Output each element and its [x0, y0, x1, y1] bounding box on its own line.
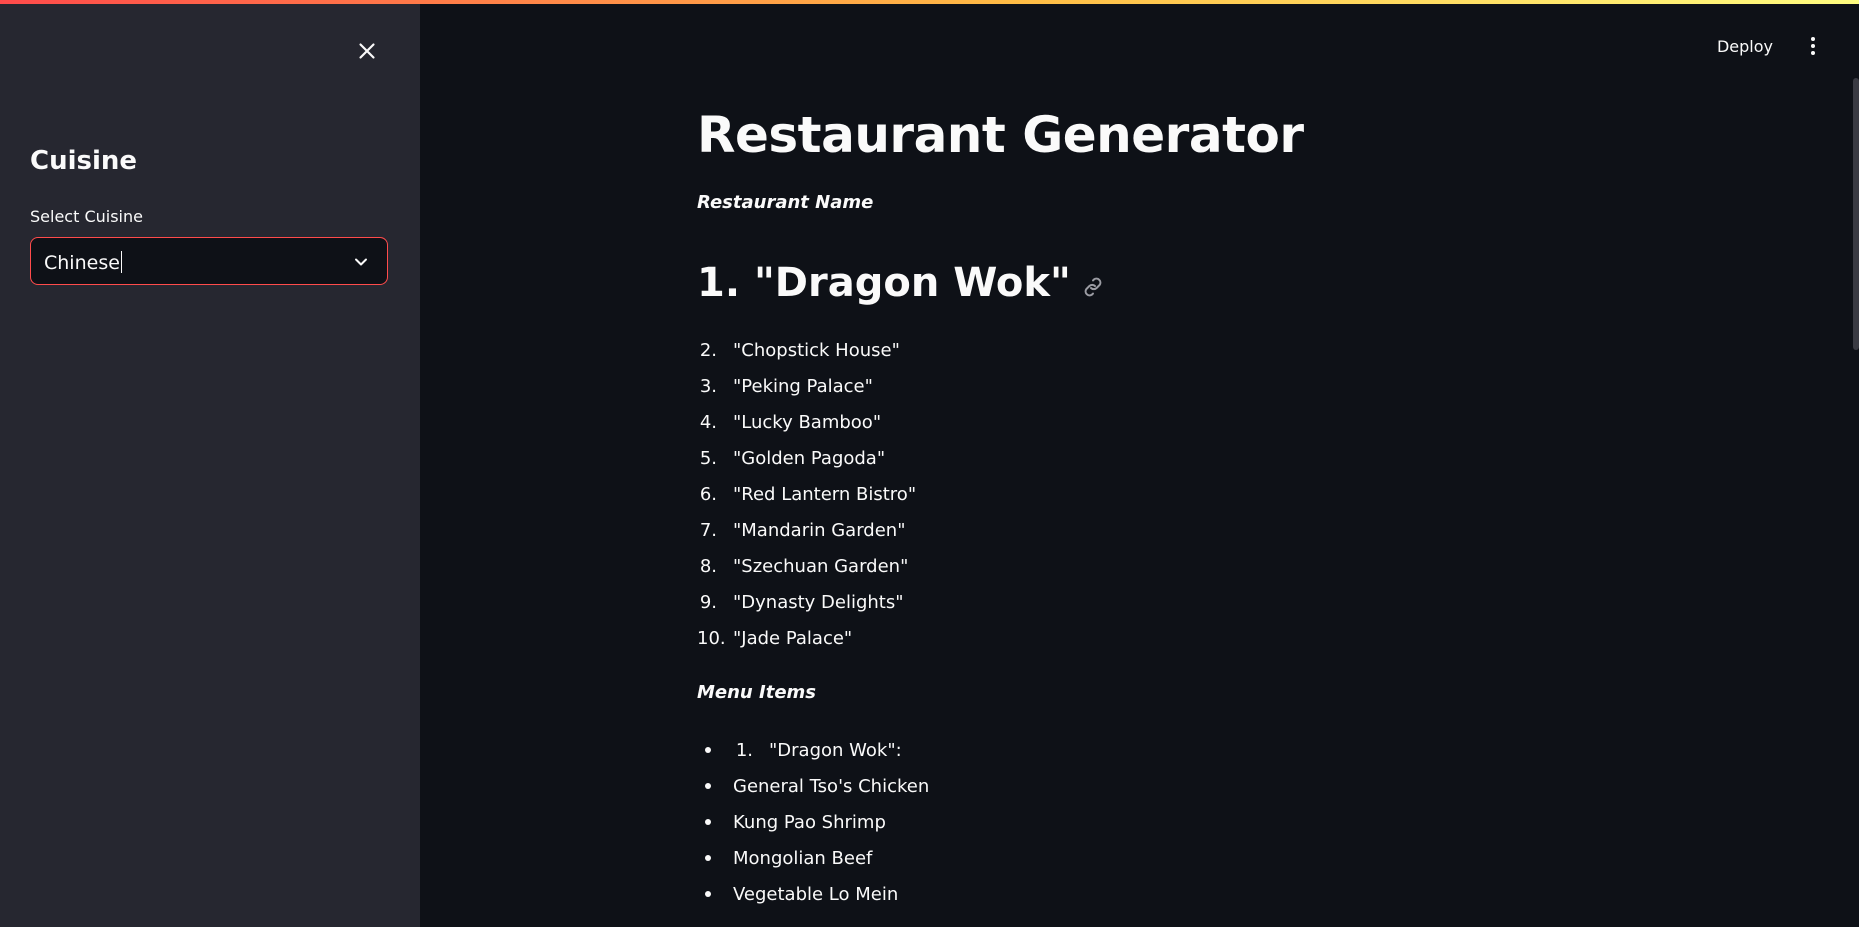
- list-item: 5. "Golden Pagoda": [697, 440, 916, 476]
- chevron-down-icon: [351, 252, 371, 272]
- list-item: General Tso's Chicken: [697, 768, 929, 804]
- list-item-number: 1.: [735, 739, 753, 761]
- list-item-number: 5.: [699, 447, 717, 469]
- list-item: Vegetable Lo Mein: [697, 876, 929, 912]
- sidebar-heading: Cuisine: [30, 146, 138, 176]
- list-item: 4. "Lucky Bamboo": [697, 404, 916, 440]
- list-item: Kung Pao Shrimp: [697, 804, 929, 840]
- list-item-text: "Peking Palace": [733, 375, 873, 397]
- select-cuisine-label: Select Cuisine: [30, 207, 143, 226]
- first-restaurant-text: 1. "Dragon Wok": [697, 260, 1071, 306]
- cuisine-select-text: Chinese: [44, 252, 120, 274]
- list-item-text: "Dynasty Delights": [733, 591, 904, 613]
- deploy-button[interactable]: Deploy: [1717, 37, 1773, 56]
- list-item-text: Vegetable Lo Mein: [733, 883, 899, 905]
- list-item-text: "Mandarin Garden": [733, 519, 906, 541]
- scrollbar[interactable]: [1853, 78, 1859, 350]
- list-item-text: General Tso's Chicken: [733, 775, 930, 797]
- main-menu-button[interactable]: [1803, 34, 1823, 58]
- list-item-number: 6.: [699, 483, 717, 505]
- list-item-number: 4.: [699, 411, 717, 433]
- list-item-text: "Szechuan Garden": [733, 555, 909, 577]
- more-vertical-icon-dot: [1811, 44, 1815, 48]
- close-sidebar-button[interactable]: [354, 38, 380, 64]
- text-cursor: [120, 251, 122, 273]
- link-icon[interactable]: [1081, 275, 1105, 299]
- list-item: 1. "Dragon Wok":: [697, 732, 929, 768]
- list-item-text: "Lucky Bamboo": [733, 411, 882, 433]
- list-item-number: 10.: [697, 627, 726, 649]
- bullet-icon: [705, 783, 711, 789]
- list-item-text: "Dragon Wok":: [769, 739, 902, 761]
- top-decoration-bar: [0, 0, 1859, 4]
- cuisine-select[interactable]: Chinese: [30, 237, 388, 285]
- restaurant-name-list: 2. "Chopstick House" 3. "Peking Palace" 4.…: [697, 332, 916, 656]
- cuisine-select-value: Chinese: [44, 251, 122, 274]
- list-item-number: 8.: [699, 555, 717, 577]
- list-item: 2. "Chopstick House": [697, 332, 916, 368]
- more-vertical-icon: [1811, 37, 1815, 41]
- list-item: Mongolian Beef: [697, 840, 929, 876]
- list-item: 9. "Dynasty Delights": [697, 584, 916, 620]
- more-vertical-icon-dot: [1811, 51, 1815, 55]
- list-item: 3. "Peking Palace": [697, 368, 916, 404]
- restaurant-name-label: Restaurant Name: [697, 192, 874, 213]
- list-item-text: Mongolian Beef: [733, 847, 873, 869]
- list-item: 10. "Jade Palace": [697, 620, 916, 656]
- page-title: Restaurant Generator: [697, 106, 1304, 164]
- list-item-number: 9.: [699, 591, 717, 613]
- header-actions: Deploy: [1717, 34, 1823, 58]
- list-item-text: "Jade Palace": [733, 627, 853, 649]
- list-item: 6. "Red Lantern Bistro": [697, 476, 916, 512]
- list-item-text: "Golden Pagoda": [733, 447, 886, 469]
- bullet-icon: [705, 855, 711, 861]
- sidebar: Cuisine Select Cuisine Chinese: [0, 0, 420, 927]
- bullet-icon: [705, 819, 711, 825]
- list-item-number: 3.: [699, 375, 717, 397]
- list-item-text: "Red Lantern Bistro": [733, 483, 917, 505]
- list-item: 7. "Mandarin Garden": [697, 512, 916, 548]
- list-item-number: 2.: [699, 339, 717, 361]
- close-icon: [359, 43, 375, 59]
- menu-items-list: 1. "Dragon Wok": General Tso's Chicken Ku…: [697, 732, 929, 912]
- main-content: Restaurant Generator Restaurant Name 1. …: [697, 100, 1697, 905]
- list-item-text: "Chopstick House": [733, 339, 900, 361]
- list-item-text: Kung Pao Shrimp: [733, 811, 886, 833]
- first-restaurant-heading: 1. "Dragon Wok": [697, 260, 1105, 306]
- list-item-number: 7.: [699, 519, 717, 541]
- menu-items-label: Menu Items: [697, 682, 816, 703]
- bullet-icon: [705, 891, 711, 897]
- bullet-icon: [705, 747, 711, 753]
- list-item: 8. "Szechuan Garden": [697, 548, 916, 584]
